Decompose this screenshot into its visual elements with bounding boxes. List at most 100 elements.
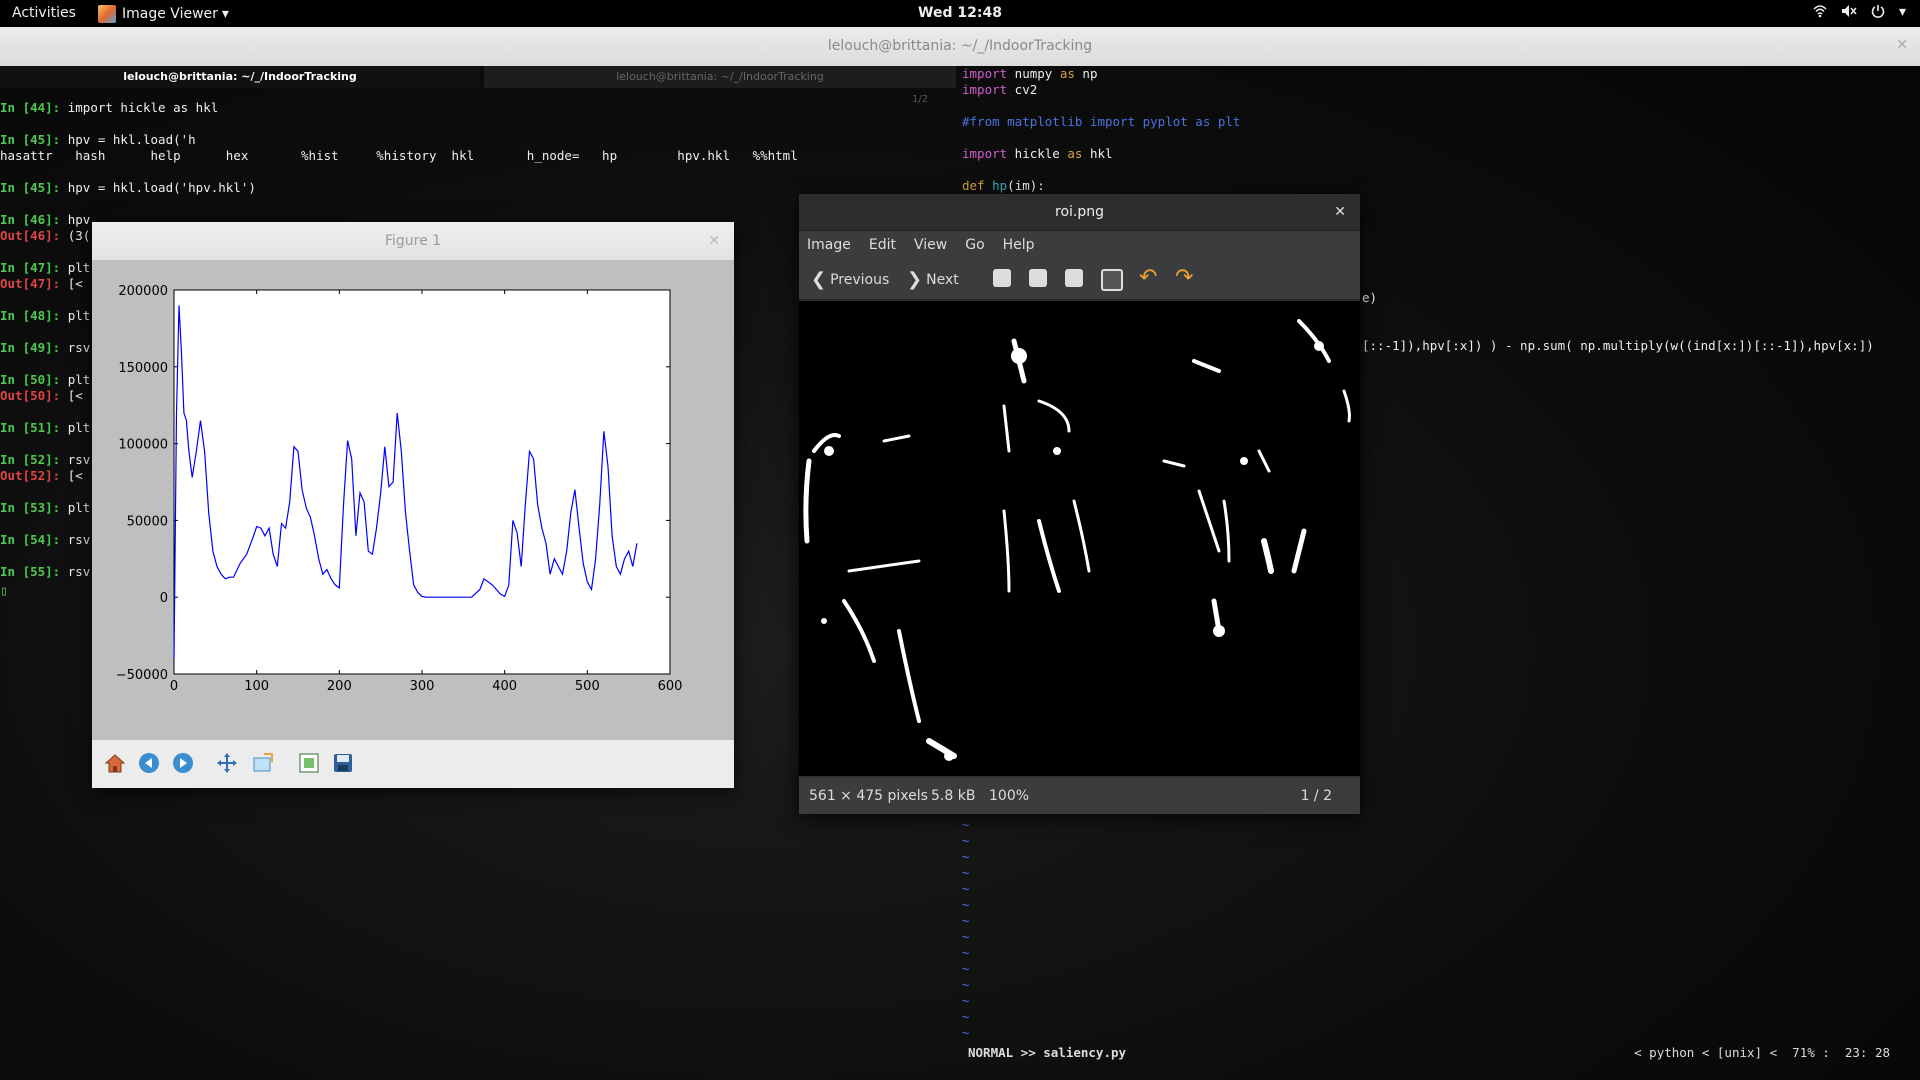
zoom-normal-icon[interactable]	[1065, 269, 1083, 287]
line-text: rsv	[60, 452, 91, 467]
code-token: numpy	[1007, 66, 1060, 81]
image-dimensions: 561 × 475 pixels	[809, 788, 928, 804]
code-token: import	[962, 66, 1008, 81]
code-line: import numpy as np	[960, 66, 1920, 82]
code-line: #from matplotlib import pyplot as plt	[960, 114, 1920, 130]
code-token: np	[1074, 66, 1098, 81]
image-viewer-toolbar: ❮ Previous ❯ Next ↶ ↷	[799, 259, 1360, 300]
figure-titlebar[interactable]: Figure 1 ✕	[92, 222, 734, 260]
terminal-line: In [44]: import hickle as hkl	[0, 100, 960, 116]
app-menu[interactable]: Image Viewer ▾	[98, 5, 229, 23]
app-menu-label: Image Viewer	[122, 6, 218, 22]
prompt: In [45]:	[0, 132, 61, 147]
code-token: as	[1067, 146, 1083, 161]
menu-view[interactable]: View	[914, 237, 947, 253]
volume-icon	[1841, 4, 1857, 22]
terminal-line: hasattr hash help hex %hist %history hkl…	[0, 148, 960, 164]
line-text: hpv = hkl.load('h	[60, 132, 196, 147]
line-text: [<	[60, 468, 83, 483]
prompt: In [45]:	[0, 180, 61, 195]
figure-toolbar	[92, 740, 734, 788]
rotate-left-icon[interactable]: ↶	[1139, 265, 1157, 290]
x-tick-label: 500	[575, 679, 600, 694]
prompt: Out[46]:	[0, 228, 61, 243]
line-text: hpv	[60, 212, 91, 227]
next-button[interactable]: ❯ Next	[907, 269, 959, 290]
prompt: In [48]:	[0, 308, 61, 323]
save-icon[interactable]	[332, 752, 354, 774]
prompt: In [51]:	[0, 420, 61, 435]
home-icon[interactable]	[104, 752, 126, 774]
code-token: hkl	[1082, 146, 1113, 161]
menu-image[interactable]: Image	[807, 237, 851, 253]
prompt: In [47]:	[0, 260, 61, 275]
system-tray[interactable]: ▾	[1813, 4, 1906, 22]
line-text: plt	[60, 372, 91, 387]
image-viewer-statusbar: 561 × 475 pixels 5.8 kB 100% 1 / 2	[799, 778, 1360, 814]
clock[interactable]: Wed 12:48	[0, 5, 1920, 21]
terminal-titlebar[interactable]: lelouch@brittania: ~/_/IndoorTracking ✕	[0, 27, 1920, 66]
line-text: hpv = hkl.load('hpv.hkl')	[60, 180, 256, 195]
code-line: import cv2	[960, 82, 1920, 98]
prompt: In [54]:	[0, 532, 61, 547]
image-viewer-window[interactable]: roi.png ✕ Image Edit View Go Help ❮ Prev…	[799, 194, 1360, 814]
image-counter: 1 / 2	[1300, 788, 1332, 804]
terminal-line: In [45]: hpv = hkl.load('h	[0, 132, 960, 148]
vim-tilde: ~	[962, 882, 970, 896]
prompt: Out[52]:	[0, 468, 61, 483]
x-tick-label: 100	[244, 679, 269, 694]
vim-status-right: < python < [unix] < 71% : 23: 28	[1634, 1045, 1890, 1060]
line-text: (3(	[60, 228, 91, 243]
saliency-mask-image	[803, 319, 1351, 761]
code-line: def hp(im):	[960, 178, 1920, 194]
menu-help[interactable]: Help	[1003, 237, 1035, 253]
line-text: import hickle as hkl	[60, 100, 219, 115]
pan-icon[interactable]	[216, 752, 238, 774]
x-tick-label: 0	[170, 679, 178, 694]
y-tick-label: 200000	[118, 284, 168, 299]
rotate-right-icon[interactable]: ↷	[1175, 265, 1193, 290]
activities-button[interactable]: Activities	[12, 5, 76, 21]
configure-subplots-icon[interactable]	[298, 752, 320, 774]
close-icon[interactable]: ✕	[1896, 37, 1908, 53]
next-label: Next	[926, 271, 959, 288]
terminal-tab-1[interactable]: lelouch@brittania: ~/_/IndoorTracking	[0, 66, 480, 88]
close-icon[interactable]: ✕	[708, 222, 720, 260]
y-tick-label: 150000	[118, 361, 168, 376]
line-text: rsv	[60, 532, 91, 547]
terminal-tab-2[interactable]: lelouch@brittania: ~/_/IndoorTracking	[484, 66, 956, 88]
code-token: def	[962, 178, 985, 193]
figure-window[interactable]: Figure 1 ✕ 0 100 200 300 400 500 600 −50000 0 500…	[92, 222, 734, 788]
zoom-fit-icon[interactable]	[1101, 269, 1123, 291]
zoom-in-icon[interactable]	[993, 269, 1011, 287]
previous-button[interactable]: ❮ Previous	[811, 269, 889, 290]
image-viewer-titlebar[interactable]: roi.png ✕	[799, 194, 1360, 231]
prompt: In [49]:	[0, 340, 61, 355]
power-icon	[1871, 4, 1885, 22]
line-chart[interactable]: 0 100 200 300 400 500 600−50000050000100000150…	[92, 260, 734, 740]
vim-tilde: ~	[962, 1010, 970, 1024]
prompt: In [52]:	[0, 452, 61, 467]
vim-tilde: ~	[962, 818, 970, 832]
zoom-out-icon[interactable]	[1029, 269, 1047, 287]
image-size: 5.8 kB	[931, 788, 976, 804]
code-token: hp	[992, 178, 1008, 193]
menu-edit[interactable]: Edit	[869, 237, 896, 253]
roi-image[interactable]	[799, 301, 1360, 776]
line-text: plt	[60, 308, 91, 323]
prompt: Out[47]:	[0, 276, 61, 291]
vim-pane[interactable]: import numpy as np import cv2 #from matplo…	[960, 66, 1920, 194]
y-tick-label: 100000	[118, 438, 168, 453]
image-viewer-title: roi.png	[1055, 204, 1104, 220]
back-icon[interactable]	[138, 752, 160, 774]
line-text: plt	[60, 500, 91, 515]
close-icon[interactable]: ✕	[1334, 194, 1346, 230]
zoom-icon[interactable]	[252, 752, 274, 774]
forward-icon[interactable]	[172, 752, 194, 774]
menu-go[interactable]: Go	[965, 237, 984, 253]
y-tick-label: −50000	[116, 668, 168, 683]
prompt: Out[50]:	[0, 388, 61, 403]
line-text: [<	[60, 388, 83, 403]
